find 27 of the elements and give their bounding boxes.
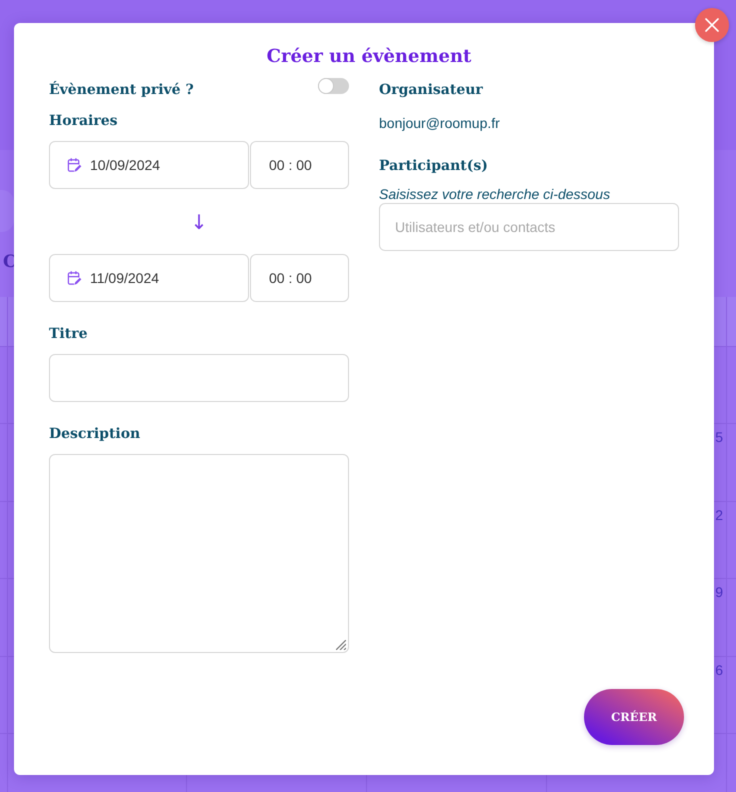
dialog-title: Créer un évènement [266,45,472,69]
search-hint: Saisissez votre recherche ci-dessous [379,185,610,203]
day-number: 2 [715,506,724,523]
date-field[interactable]: 10/09/2024 [49,141,249,189]
field-label: Horaires [49,112,118,131]
down-arrow-icon: ↓ [190,210,208,232]
day-number: 9 [715,583,724,600]
time-field[interactable]: 00 : 00 [250,141,349,189]
calendar-edit-icon [67,157,82,173]
calendar-edit-icon [67,270,82,286]
close-icon [705,18,719,32]
field-label: Titre [49,325,88,344]
day-number: 6 [715,660,724,678]
organizer-email: bonjour@roomup.fr [379,114,500,133]
toggle-switch[interactable] [318,78,349,94]
description-field[interactable] [49,454,349,653]
field-label: Évènement privé ? [49,80,194,100]
time-field[interactable]: 00 : 00 [250,254,349,302]
field-label: Participant(s) [379,157,488,176]
resize-handle-icon [336,640,346,650]
search-field[interactable]: Utilisateurs et/ou contacts [379,203,679,251]
date-field[interactable]: 11/09/2024 [49,254,249,302]
field-label: Description [49,425,140,444]
field-label: Organisateur [379,81,483,100]
day-number: 5 [715,428,724,446]
create-button[interactable]: CRÉER [584,689,684,745]
title-input[interactable] [49,354,349,402]
